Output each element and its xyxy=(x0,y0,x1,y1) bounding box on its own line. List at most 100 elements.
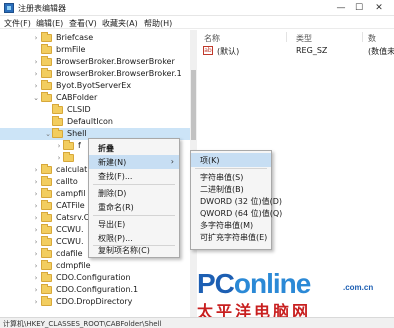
expand-arrow-icon[interactable]: › xyxy=(32,297,40,307)
value-data: (数值未 xyxy=(368,47,394,56)
expand-arrow-icon[interactable]: › xyxy=(32,201,40,211)
regedit-app-icon xyxy=(4,3,14,13)
expand-arrow-icon[interactable]: › xyxy=(32,237,40,247)
watermark-logo: PConline xyxy=(197,268,311,299)
menu-item-rename[interactable]: 重命名(R) xyxy=(89,200,179,214)
tree-item-label: DefaultIcon xyxy=(67,117,113,126)
menu-item-delete[interactable]: 删除(D) xyxy=(89,186,179,200)
tree-item-cdo-configuration[interactable]: › CDO.Configuration xyxy=(0,272,196,284)
tree-item-label: f xyxy=(78,141,81,150)
tree-item-label: Catsrv.C xyxy=(56,213,90,222)
folder-icon xyxy=(41,32,52,42)
menu-item-copy-key-name[interactable]: 复制项名称(C) xyxy=(89,243,179,257)
folder-icon xyxy=(41,272,52,282)
menu-item-collapse[interactable]: 折叠 xyxy=(89,141,179,155)
tree-item-defaulticon[interactable]: DefaultIcon xyxy=(0,116,196,128)
collapse-arrow-icon[interactable]: ⌄ xyxy=(44,129,52,139)
folder-icon xyxy=(41,212,52,222)
expand-arrow-icon[interactable]: › xyxy=(32,69,40,79)
tree-item-label: CABFolder xyxy=(56,93,98,102)
menu-item-new[interactable]: 新建(N) › xyxy=(89,155,179,169)
folder-icon xyxy=(52,104,63,114)
expand-arrow-icon[interactable]: › xyxy=(32,165,40,175)
expand-arrow-icon[interactable]: › xyxy=(55,141,63,151)
tree-item-label: CCWU. xyxy=(56,225,84,234)
folder-icon xyxy=(41,236,52,246)
menu-help[interactable]: 帮助(H) xyxy=(144,18,172,29)
value-row-default[interactable]: ab (默认) REG_SZ (数值未 xyxy=(198,45,394,57)
tree-item-briefcase[interactable]: › Briefcase xyxy=(0,32,196,44)
expand-arrow-icon[interactable]: › xyxy=(32,177,40,187)
folder-open-icon xyxy=(41,92,52,102)
tree-item-label: cdmpfile xyxy=(56,261,91,270)
tree-item-label: CDO.Configuration xyxy=(56,273,131,282)
expand-arrow-icon[interactable]: › xyxy=(32,273,40,283)
menu-favorites[interactable]: 收藏夹(A) xyxy=(102,18,138,29)
menu-item-export[interactable]: 导出(E) xyxy=(89,217,179,231)
expand-arrow-icon[interactable]: › xyxy=(32,33,40,43)
status-path: 计算机\HKEY_CLASSES_ROOT\CABFolder\Shell xyxy=(3,320,162,328)
minimize-button[interactable]: — xyxy=(334,2,348,14)
window-title: 注册表编辑器 xyxy=(18,4,66,13)
tree-item-label: CATFile xyxy=(56,201,85,210)
folder-icon xyxy=(63,152,74,162)
scrollbar-thumb[interactable] xyxy=(191,70,196,140)
tree-item-browserbroker-1[interactable]: › BrowserBroker.BrowserBroker.1 xyxy=(0,68,196,80)
menu-edit[interactable]: 编辑(E) xyxy=(36,18,63,29)
column-header-type[interactable]: 类型 xyxy=(296,33,312,44)
close-button[interactable]: ✕ xyxy=(372,2,386,14)
tree-item-cdmpfile[interactable]: › cdmpfile xyxy=(0,260,196,272)
submenu-arrow-icon: › xyxy=(170,157,174,166)
folder-icon xyxy=(41,188,52,198)
expand-arrow-icon[interactable]: › xyxy=(32,189,40,199)
menu-bar: 文件(F) 编辑(E) 查看(V) 收藏夹(A) 帮助(H) xyxy=(0,17,394,29)
status-bar: 计算机\HKEY_CLASSES_ROOT\CABFolder\Shell xyxy=(0,317,394,328)
folder-icon xyxy=(41,284,52,294)
menu-separator xyxy=(93,215,175,216)
menu-file[interactable]: 文件(F) xyxy=(4,18,31,29)
expand-arrow-icon[interactable]: › xyxy=(32,249,40,259)
column-divider[interactable] xyxy=(286,32,287,42)
submenu-item-expandable-string-value[interactable]: 可扩充字符串值(E) xyxy=(191,230,271,244)
tree-item-label: brmFile xyxy=(56,45,86,54)
tree-item-label: CDO.Configuration.1 xyxy=(56,285,139,294)
pconline-watermark: PConline .com.cn 太平洋电脑网 xyxy=(195,268,394,321)
tree-item-label: callto xyxy=(56,177,78,186)
tree-item-label: CLSID xyxy=(67,105,91,114)
tree-item-label: CCWU. xyxy=(56,237,84,246)
column-header-name[interactable]: 名称 xyxy=(204,33,220,44)
tree-item-label: BrowserBroker.BrowserBroker.1 xyxy=(56,69,182,78)
expand-arrow-icon[interactable]: › xyxy=(32,81,40,91)
expand-arrow-icon[interactable]: › xyxy=(55,153,63,163)
folder-icon xyxy=(41,260,52,270)
expand-arrow-icon[interactable]: › xyxy=(32,285,40,295)
folder-open-icon xyxy=(52,128,63,138)
expand-arrow-icon[interactable]: › xyxy=(32,225,40,235)
tree-item-label: Byot.ByotServerEx xyxy=(56,81,132,90)
expand-arrow-icon[interactable]: › xyxy=(32,261,40,271)
maximize-button[interactable]: ☐ xyxy=(352,2,366,14)
tree-item-cabfolder[interactable]: ⌄ CABFolder xyxy=(0,92,196,104)
menu-view[interactable]: 查看(V) xyxy=(69,18,97,29)
tree-item-byot[interactable]: › Byot.ByotServerEx xyxy=(0,80,196,92)
expand-arrow-icon[interactable]: › xyxy=(32,57,40,67)
folder-icon xyxy=(63,140,74,150)
tree-item-browserbroker[interactable]: › BrowserBroker.BrowserBroker xyxy=(0,56,196,68)
folder-icon xyxy=(41,164,52,174)
tree-item-clsid[interactable]: CLSID xyxy=(0,104,196,116)
tree-item-cdo-dropdirectory[interactable]: › CDO.DropDirectory xyxy=(0,296,196,308)
folder-icon xyxy=(41,80,52,90)
expand-arrow-icon[interactable]: › xyxy=(32,213,40,223)
folder-icon xyxy=(41,224,52,234)
value-name: (默认) xyxy=(217,47,240,56)
column-header-data[interactable]: 数 xyxy=(368,33,376,44)
column-divider[interactable] xyxy=(362,32,363,42)
menu-item-find[interactable]: 查找(F)... xyxy=(89,169,179,183)
tree-item-cdo-configuration-1[interactable]: › CDO.Configuration.1 xyxy=(0,284,196,296)
collapse-arrow-icon[interactable]: ⌄ xyxy=(32,93,40,103)
folder-icon xyxy=(41,68,52,78)
tree-item-label: Shell xyxy=(67,129,87,138)
tree-item-label: BrowserBroker.BrowserBroker xyxy=(56,57,175,66)
submenu-item-key[interactable]: 项(K) xyxy=(191,153,271,167)
tree-item-brmfile[interactable]: brmFile xyxy=(0,44,196,56)
